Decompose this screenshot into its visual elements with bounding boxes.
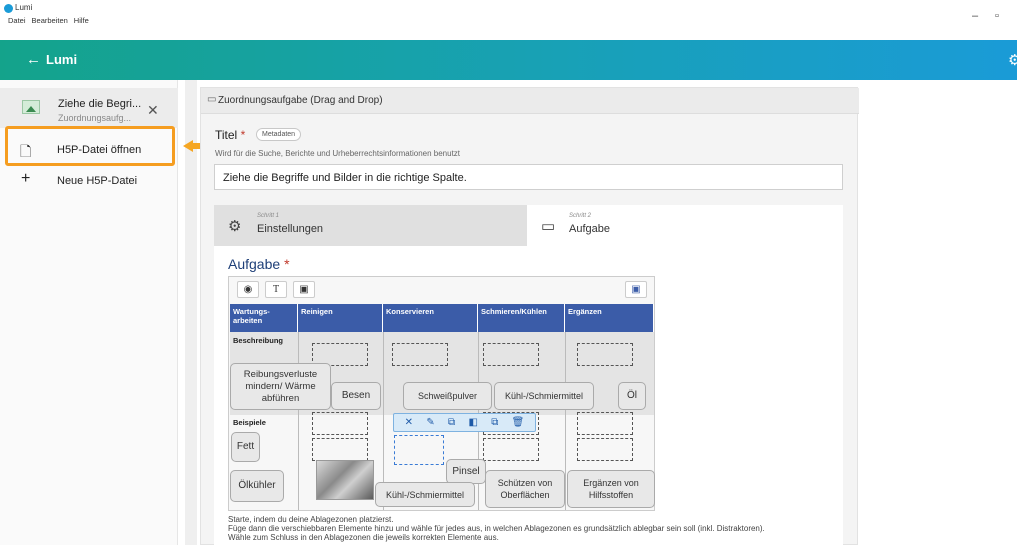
sidebar-open-file[interactable]: Ziehe die Begri... Zuordnungsaufg... ✕ <box>0 88 178 128</box>
menu-hilfe[interactable]: Hilfe <box>74 16 89 25</box>
drop-zone[interactable] <box>483 343 539 366</box>
column-divider <box>565 332 566 510</box>
open-file-name: Ziehe die Begri... <box>58 98 142 110</box>
selected-drop-zone[interactable] <box>394 435 444 465</box>
drop-zone[interactable] <box>577 343 633 366</box>
bring-front-icon[interactable]: ◧ <box>468 417 477 428</box>
drop-zone[interactable] <box>483 438 539 461</box>
column-header: Schmieren/Kühlen <box>478 304 565 332</box>
send-back-icon[interactable]: ⧉ <box>491 417 498 428</box>
tab-aufgabe[interactable]: ▭ Schritt 2 Aufgabe <box>527 205 843 246</box>
settings-gear-icon[interactable]: ⚙ <box>1008 51 1017 69</box>
draggable-text[interactable]: Schweißpulver <box>403 382 492 410</box>
window-titlebar: Lumi Datei Bearbeiten Hilfe – ▫ <box>0 0 1017 40</box>
draggable-text[interactable]: Ölkühler <box>230 470 284 502</box>
app-header-title: Lumi <box>46 52 78 67</box>
drop-zone[interactable] <box>577 412 633 435</box>
minimize-button[interactable]: – <box>972 10 978 22</box>
restore-button[interactable]: ▫ <box>995 10 999 22</box>
content-type-title: Zuordnungsaufgabe (Drag and Drop) <box>218 95 383 106</box>
image-tool-icon[interactable]: ▣ <box>293 281 315 298</box>
edit-icon[interactable]: ✎ <box>426 417 434 428</box>
instruction-line: Wähle zum Schluss in den Ablagezonen die… <box>228 533 499 542</box>
column-header: Reinigen <box>298 304 383 332</box>
column-header: Konservieren <box>383 304 478 332</box>
gear-icon: ⚙ <box>228 218 242 235</box>
draggable-text[interactable]: Ergänzen von Hilfsstoffen <box>567 470 655 508</box>
row-label: Beispiele <box>233 418 266 427</box>
title-field-description: Wird für die Suche, Berichte und Urheber… <box>215 149 461 158</box>
draggable-text[interactable]: Schützen von Oberflächen <box>485 470 565 508</box>
title-label-text: Titel <box>215 128 238 142</box>
copy-icon[interactable]: ⧉ <box>448 417 455 428</box>
draggable-image[interactable] <box>316 460 374 500</box>
tab-einstellungen[interactable]: ⚙ Schritt 1 Einstellungen <box>214 205 527 246</box>
move-icon[interactable]: ✕ <box>405 417 413 428</box>
open-file-subtitle: Zuordnungsaufg... <box>58 113 132 123</box>
draggable-text[interactable]: Fett <box>231 432 260 462</box>
draggable-text[interactable]: Besen <box>331 382 381 410</box>
aufgabe-panel: Aufgabe * ◉ T ▣ ▣ Wartungs- arbeiten Rei… <box>214 246 843 546</box>
app-header: ← Lumi ⚙ <box>0 40 1017 80</box>
lumi-logo-icon <box>4 4 13 13</box>
plus-icon: + <box>21 170 31 187</box>
back-arrow-icon[interactable]: ← <box>26 51 41 68</box>
step-tabs: ⚙ Schritt 1 Einstellungen ▭ Schritt 2 Au… <box>214 205 843 246</box>
drop-zone[interactable] <box>312 412 368 435</box>
menu-datei[interactable]: Datei <box>8 16 26 25</box>
draggable-text[interactable]: Öl <box>618 382 646 410</box>
editor-content: ▭ Zuordnungsaufgabe (Drag and Drop) Tite… <box>200 87 859 546</box>
step-label: Aufgabe <box>569 223 610 235</box>
close-file-icon[interactable]: ✕ <box>147 102 159 119</box>
window-title: Lumi <box>15 3 33 12</box>
image-file-icon <box>22 100 40 114</box>
dropzone-tool-icon[interactable]: ◉ <box>237 281 259 298</box>
metadata-button[interactable]: Metadaten <box>256 128 302 141</box>
draggable-text[interactable]: Reibungsverluste mindern/ Wärme abführen <box>230 363 331 410</box>
instruction-line: Starte, indem du deine Ablagezonen platz… <box>228 515 394 524</box>
title-field-label: Titel * <box>215 128 245 142</box>
task-icon: ▭ <box>541 218 556 235</box>
instruction-line: Füge dann die verschiebbaren Elemente hi… <box>228 524 765 533</box>
row-label: Beschreibung <box>233 336 284 345</box>
step-number: Schritt 1 <box>257 213 280 219</box>
drop-zone[interactable] <box>577 438 633 461</box>
aufgabe-heading: Aufgabe * <box>228 256 290 272</box>
drop-zone[interactable] <box>312 438 368 461</box>
required-mark: * <box>284 256 290 272</box>
text-tool-icon[interactable]: T <box>265 281 287 298</box>
required-mark: * <box>240 128 246 142</box>
draggable-text[interactable]: Kühl-/Schmiermittel <box>494 382 594 410</box>
element-toolbar: ✕ ✎ ⧉ ◧ ⧉ 🗑 <box>393 413 536 432</box>
column-header: Wartungs- arbeiten <box>230 304 298 332</box>
delete-icon[interactable]: 🗑 <box>512 417 525 428</box>
step-number: Schritt 2 <box>569 213 592 219</box>
column-header: Ergänzen <box>565 304 654 332</box>
drag-drop-editor[interactable]: ◉ T ▣ ▣ Wartungs- arbeiten Reinigen Kons… <box>228 276 655 511</box>
menu-bar: Datei Bearbeiten Hilfe <box>8 16 89 25</box>
draggable-text[interactable]: Kühl-/Schmiermittel <box>375 482 475 507</box>
drop-zone[interactable] <box>392 343 448 366</box>
sidebar-item-label: Neue H5P-Datei <box>57 175 138 187</box>
content-type-header: ▭ Zuordnungsaufgabe (Drag and Drop) <box>201 88 859 114</box>
title-input[interactable]: Ziehe die Begriffe und Bilder in die ric… <box>214 164 843 190</box>
content-type-icon: ▭ <box>207 94 217 105</box>
step-label: Einstellungen <box>257 223 324 235</box>
paste-tool-icon[interactable]: ▣ <box>625 281 647 298</box>
sidebar-item-new-h5p[interactable]: + Neue H5P-Datei <box>0 169 178 195</box>
column-divider <box>298 332 299 510</box>
instructions: Starte, indem du deine Ablagezonen platz… <box>228 515 838 542</box>
aufgabe-title-text: Aufgabe <box>228 256 281 272</box>
highlight-frame <box>5 126 175 166</box>
draggable-text[interactable]: Pinsel <box>446 459 486 484</box>
sidebar: Ziehe die Begri... Zuordnungsaufg... ✕ 🗋… <box>0 80 178 545</box>
menu-bearbeiten[interactable]: Bearbeiten <box>32 16 68 25</box>
